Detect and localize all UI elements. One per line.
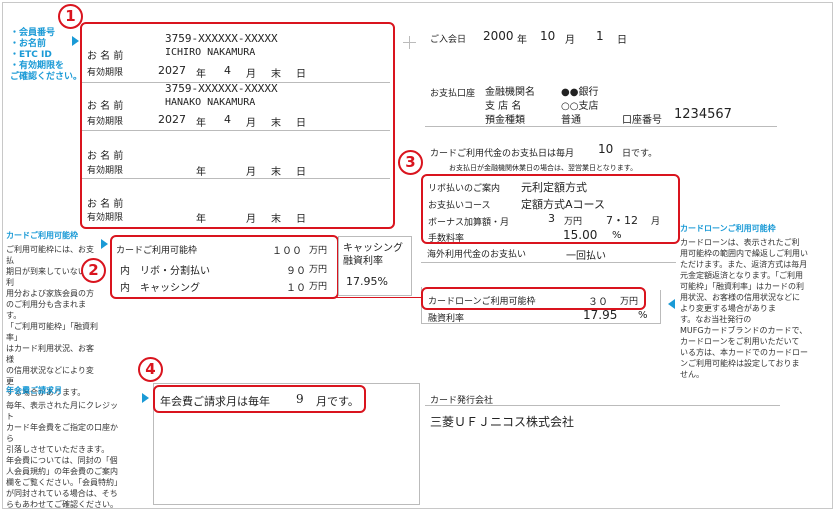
statement-page: ・会員番号 ・お名前 ・ETC ID ・有効期限を ご確認ください。 3759-XXXX… [0, 0, 835, 511]
bank-account-label: お支払口座 [430, 89, 476, 99]
loan-note: カードローンご利用可能枠 カードローンは、表示されたご利 用可能枠の範囲内で繰返し… [680, 223, 830, 380]
join-month: 10 [540, 29, 556, 43]
loan-box-right-line [660, 290, 661, 324]
loan-rate: 17.95 [583, 308, 618, 322]
loan-connector [335, 297, 421, 298]
limit-note-title: カードご利用可能枠 [6, 231, 78, 240]
annual-note-title: 年会費ご請求月 [6, 386, 62, 395]
loan-box-bottom-line [421, 323, 661, 324]
legend-arrow-icon [72, 36, 79, 46]
issuer-divider [425, 405, 780, 406]
overseas-label: 海外利用代金のお支払い [427, 250, 527, 260]
overseas-method: 一回払い [566, 251, 606, 262]
loan-highlight [421, 287, 646, 310]
branch-label: 支 店 名 [485, 101, 522, 112]
loan-note-title: カードローンご利用可能枠 [680, 224, 776, 233]
join-month-unit: 月 [565, 35, 575, 46]
annual-fee-highlight [153, 385, 366, 413]
badge-2: 2 [81, 258, 106, 283]
account-number-label: 口座番号 [622, 115, 662, 126]
limit-arrow-icon [101, 239, 108, 249]
annual-arrow-icon [142, 393, 149, 403]
badge-1: 1 [58, 4, 83, 29]
issuer-name: 三菱ＵＦＪニコス株式会社 [430, 415, 575, 429]
payday-day: 10 [598, 142, 614, 156]
loan-note-body: カードローンは、表示されたご利 用可能枠の範囲内で繰返しご利用い ただけます。また、… [680, 238, 808, 379]
limit-highlight [110, 235, 339, 299]
account-number: 1234567 [674, 107, 732, 122]
loan-arrow-icon [668, 299, 675, 309]
crosshair-icon [403, 36, 416, 49]
limit-note: カードご利用可能枠 ご利用可能枠には、お支払 期日が到来していないご利 用分および家… [6, 230, 98, 398]
revolving-highlight [421, 174, 680, 244]
annual-note: 年会費ご請求月 毎年、表示された月にクレジット カード年会費をご指定の口座から 引落… [6, 385, 122, 510]
loan-rate-unit: % [638, 310, 648, 321]
payday-text: カードご利用代金のお支払日は毎月 [430, 149, 575, 159]
badge-3: 3 [398, 150, 423, 175]
join-day-unit: 日 [617, 35, 627, 46]
join-day: 1 [596, 29, 604, 43]
cashing-rate-label: 融資利率 [343, 256, 383, 267]
annual-note-body: 毎年、表示された月にクレジット カード年会費をご指定の口座から 引落しさせていただき… [6, 401, 122, 509]
cashing-rate: 17.95% [346, 275, 388, 288]
join-date-label: ご入会日 [430, 35, 467, 45]
deposit-type-label: 預金種類 [485, 115, 525, 126]
payday-note: お支払日が金融機関休業日の場合は、翌営業日となります。 [449, 164, 638, 172]
deposit-type: 普通 [561, 115, 581, 126]
join-year-unit: 年 [517, 35, 527, 46]
bank-name: ●●銀行 [561, 87, 599, 98]
card-info-highlight [80, 22, 395, 229]
join-year: 2000 [483, 29, 514, 43]
badge-4: 4 [138, 357, 163, 382]
branch-name: ○○支店 [561, 101, 599, 112]
payday-text-end: 日です。 [622, 149, 658, 159]
bank-name-label: 金融機関名 [485, 87, 535, 98]
